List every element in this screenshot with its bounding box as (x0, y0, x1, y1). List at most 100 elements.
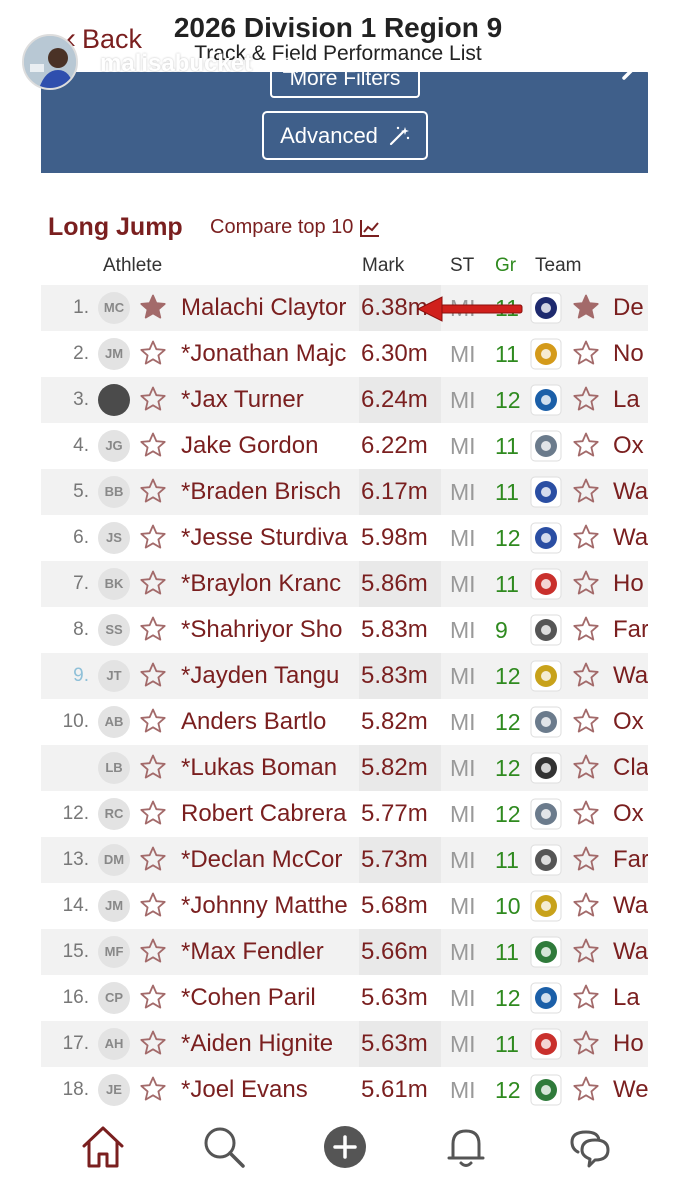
favorite-star-icon[interactable] (139, 983, 167, 1011)
team-name[interactable]: We (613, 1076, 648, 1104)
athlete-name[interactable]: *Max Fendler (181, 938, 357, 966)
team-name[interactable]: Ox (613, 708, 644, 736)
favorite-star-icon[interactable] (139, 385, 167, 413)
team-favorite-star-icon[interactable] (572, 799, 600, 827)
team-favorite-star-icon[interactable] (572, 293, 600, 321)
table-row[interactable]: 9. JT *Jayden Tangu 5.83m MI 12 Wa (41, 653, 648, 699)
team-logo-icon[interactable] (529, 429, 563, 463)
team-logo-icon[interactable] (529, 981, 563, 1015)
avatar[interactable] (22, 34, 78, 90)
team-logo-icon[interactable] (529, 935, 563, 969)
athlete-name[interactable]: Malachi Claytor (181, 294, 357, 322)
team-logo-icon[interactable] (529, 475, 563, 509)
team-name[interactable]: Far (613, 846, 648, 874)
table-row[interactable]: 10. AB Anders Bartlo 5.82m MI 12 Ox (41, 699, 648, 745)
team-favorite-star-icon[interactable] (572, 615, 600, 643)
athlete-name[interactable]: Robert Cabrera (181, 800, 357, 828)
team-favorite-star-icon[interactable] (572, 891, 600, 919)
team-name[interactable]: Wa (613, 938, 648, 966)
team-logo-icon[interactable] (529, 383, 563, 417)
compare-top-10-link[interactable]: Compare top 10 (210, 216, 381, 239)
table-row[interactable]: 18. JE *Joel Evans 5.61m MI 12 We (41, 1067, 648, 1110)
table-row[interactable]: 7. BK *Braylon Kranc 5.86m MI 11 Ho (41, 561, 648, 607)
team-logo-icon[interactable] (529, 843, 563, 877)
team-name[interactable]: Wa (613, 892, 648, 920)
athlete-name[interactable]: *Braden Brisch (181, 478, 357, 506)
favorite-star-icon[interactable] (139, 615, 167, 643)
team-name[interactable]: De (613, 294, 644, 322)
team-name[interactable]: Wa (613, 662, 648, 690)
favorite-star-icon[interactable] (139, 477, 167, 505)
team-name[interactable]: Ox (613, 432, 644, 460)
favorite-star-icon[interactable] (139, 339, 167, 367)
table-row[interactable]: 2. JM *Jonathan Majc 6.30m MI 11 No (41, 331, 648, 377)
team-favorite-star-icon[interactable] (572, 753, 600, 781)
athlete-name[interactable]: *Aiden Hignite (181, 1030, 357, 1058)
table-row[interactable]: 4. JG Jake Gordon 6.22m MI 11 Ox (41, 423, 648, 469)
team-favorite-star-icon[interactable] (572, 937, 600, 965)
table-row[interactable]: 16. CP *Cohen Paril 5.63m MI 12 La (41, 975, 648, 1021)
team-logo-icon[interactable] (529, 521, 563, 555)
team-logo-icon[interactable] (529, 613, 563, 647)
story-username[interactable]: malisabucket (100, 50, 252, 78)
team-name[interactable]: La (613, 386, 640, 414)
athlete-name[interactable]: *Lukas Boman (181, 754, 357, 782)
team-logo-icon[interactable] (529, 659, 563, 693)
favorite-star-icon[interactable] (139, 891, 167, 919)
header-team[interactable]: Team (535, 255, 581, 277)
header-gr[interactable]: Gr (495, 255, 516, 277)
table-row[interactable]: 17. AH *Aiden Hignite 5.63m MI 11 Ho (41, 1021, 648, 1067)
team-favorite-star-icon[interactable] (572, 983, 600, 1011)
table-row[interactable]: 15. MF *Max Fendler 5.66m MI 11 Wa (41, 929, 648, 975)
header-st[interactable]: ST (450, 255, 474, 277)
team-name[interactable]: Cla (613, 754, 648, 782)
athlete-name[interactable]: Anders Bartlo (181, 708, 357, 736)
chat-icon[interactable] (564, 1122, 614, 1172)
team-favorite-star-icon[interactable] (572, 385, 600, 413)
favorite-star-icon[interactable] (139, 707, 167, 735)
header-mark[interactable]: Mark (362, 255, 404, 277)
header-athlete[interactable]: Athlete (103, 255, 162, 277)
team-favorite-star-icon[interactable] (572, 707, 600, 735)
athlete-name[interactable]: *Johnny Matthe (181, 892, 357, 920)
team-logo-icon[interactable] (529, 1073, 563, 1107)
team-logo-icon[interactable] (529, 705, 563, 739)
search-icon[interactable] (199, 1122, 249, 1172)
advanced-button[interactable]: Advanced (262, 111, 428, 160)
team-name[interactable]: La (613, 984, 640, 1012)
favorite-star-icon[interactable] (139, 937, 167, 965)
athlete-name[interactable]: *Declan McCor (181, 846, 357, 874)
team-favorite-star-icon[interactable] (572, 431, 600, 459)
favorite-star-icon[interactable] (139, 799, 167, 827)
team-favorite-star-icon[interactable] (572, 845, 600, 873)
team-favorite-star-icon[interactable] (572, 569, 600, 597)
favorite-star-icon[interactable] (139, 431, 167, 459)
athlete-name[interactable]: *Jonathan Majc (181, 340, 357, 368)
table-row[interactable]: 5. BB *Braden Brisch 6.17m MI 11 Wa (41, 469, 648, 515)
bell-icon[interactable] (441, 1122, 491, 1172)
favorite-star-icon[interactable] (139, 523, 167, 551)
home-icon[interactable] (78, 1122, 128, 1172)
favorite-star-icon[interactable] (139, 293, 167, 321)
favorite-star-icon[interactable] (139, 845, 167, 873)
team-logo-icon[interactable] (529, 797, 563, 831)
team-name[interactable]: No (613, 340, 644, 368)
add-icon[interactable] (320, 1122, 370, 1172)
athlete-name[interactable]: *Cohen Paril (181, 984, 357, 1012)
team-name[interactable]: Wa (613, 524, 648, 552)
favorite-star-icon[interactable] (139, 1029, 167, 1057)
athlete-name[interactable]: *Shahriyor Sho (181, 616, 357, 644)
more-dots-icon[interactable]: ••• (548, 44, 581, 75)
team-favorite-star-icon[interactable] (572, 1029, 600, 1057)
team-favorite-star-icon[interactable] (572, 661, 600, 689)
athlete-name[interactable]: *Braylon Kranc (181, 570, 357, 598)
table-row[interactable]: 14. JM *Johnny Matthe 5.68m MI 10 Wa (41, 883, 648, 929)
team-name[interactable]: Wa (613, 478, 648, 506)
table-row[interactable]: 8. SS *Shahriyor Sho 5.83m MI 9 Far (41, 607, 648, 653)
team-logo-icon[interactable] (529, 337, 563, 371)
team-favorite-star-icon[interactable] (572, 523, 600, 551)
athlete-name[interactable]: *Jax Turner (181, 386, 357, 414)
close-icon[interactable] (618, 40, 662, 84)
team-logo-icon[interactable] (529, 889, 563, 923)
athlete-name[interactable]: *Jayden Tangu (181, 662, 357, 690)
